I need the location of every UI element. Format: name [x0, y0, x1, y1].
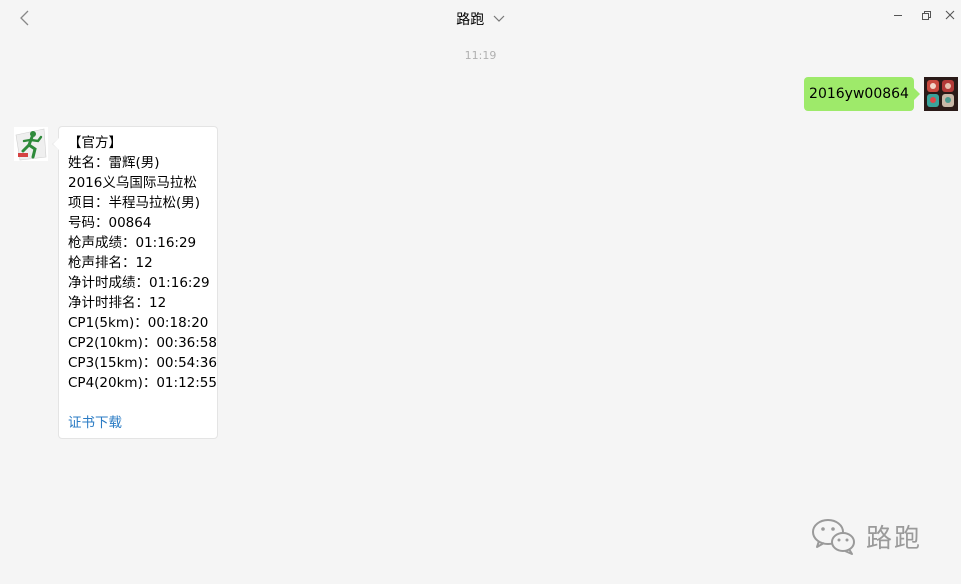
- message-line: 净计时成绩：01:16:29: [68, 275, 210, 291]
- message-line: 【官方】: [68, 135, 122, 151]
- certificate-download-link[interactable]: 证书下载: [68, 413, 217, 433]
- message-line: 姓名：雷辉(男): [68, 155, 160, 171]
- close-button[interactable]: [941, 6, 959, 24]
- restore-icon: [922, 11, 931, 20]
- message-line: CP1(5km)：00:18:20: [68, 315, 209, 331]
- chat-title[interactable]: 路跑: [456, 12, 484, 28]
- official-account-avatar[interactable]: [14, 127, 48, 161]
- message-line: 净计时排名：12: [68, 295, 167, 311]
- message-line: 项目：半程马拉松(男): [68, 195, 201, 211]
- title-bar: 路跑: [0, 0, 961, 36]
- watermark-text: 路跑: [866, 523, 923, 554]
- message-line: CP3(15km)：00:54:36: [68, 355, 217, 371]
- chevron-down-icon[interactable]: [493, 11, 505, 27]
- close-icon: [945, 10, 955, 20]
- restore-button[interactable]: [917, 6, 935, 24]
- sent-message-bubble[interactable]: 2016yw00864: [804, 77, 920, 111]
- message-line: 枪声排名：12: [68, 255, 153, 271]
- sent-message-text: 2016yw00864: [809, 86, 909, 102]
- message-timestamp: 11:19: [464, 49, 497, 62]
- user-photo-icon: [924, 77, 958, 111]
- message-line: 枪声成绩：01:16:29: [68, 235, 197, 251]
- message-line: CP4(20km)：01:12:55: [68, 375, 217, 391]
- message-line: 号码：00864: [68, 215, 152, 231]
- watermark: 路跑: [810, 515, 922, 557]
- message-line: 2016义乌国际马拉松: [68, 175, 197, 191]
- message-line: CP2(10km)：00:36:58: [68, 335, 217, 351]
- chat-title-area[interactable]: 路跑: [0, 9, 961, 29]
- my-avatar[interactable]: [924, 77, 958, 111]
- minimize-icon: [894, 15, 902, 16]
- received-message-bubble[interactable]: 【官方】 姓名：雷辉(男) 2016义乌国际马拉松 项目：半程马拉松(男) 号码…: [52, 126, 218, 439]
- wechat-logo-icon: [812, 519, 855, 555]
- minimize-button[interactable]: [889, 6, 907, 24]
- runner-logo-icon: [14, 127, 48, 161]
